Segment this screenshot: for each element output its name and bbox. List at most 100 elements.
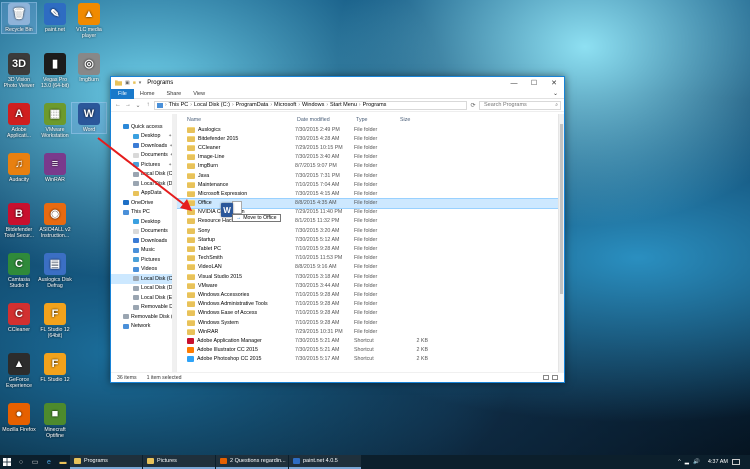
desktop-icon[interactable]: A Adobe Applicati... [2, 103, 36, 139]
file-row[interactable]: Auslogics 7/30/2015 2:49 PM File folder [177, 125, 564, 134]
nav-item[interactable]: Local Disk (C:)✦ [111, 170, 176, 180]
taskbar-pinned-icon[interactable]: e [42, 455, 56, 469]
file-row[interactable]: Visual Studio 2015 7/30/2015 3:18 AM File … [177, 272, 564, 281]
recent-locations-icon[interactable]: ⌄ [134, 102, 142, 109]
volume-icon[interactable]: 🔊 [693, 459, 700, 465]
breadcrumb-separator-icon[interactable]: › [298, 102, 300, 108]
forward-button[interactable]: → [124, 102, 132, 108]
file-row[interactable]: Image-Line 7/30/2015 3:40 AM File folder [177, 153, 564, 162]
desktop-icon[interactable]: ▦ VMware Workstation [38, 103, 72, 139]
nav-item[interactable]: Network [111, 322, 176, 332]
column-name[interactable]: Name [177, 117, 295, 123]
nav-item[interactable]: Local Disk (E:) [111, 293, 176, 303]
quick-access-toolbar-icon[interactable]: ▣ [125, 80, 130, 86]
file-row[interactable]: Startup 7/30/2015 5:12 AM File folder [177, 235, 564, 244]
breadcrumb-item[interactable]: Windows [302, 102, 324, 108]
desktop-icon[interactable]: C CCleaner [2, 303, 36, 333]
file-tab[interactable]: File [111, 88, 134, 99]
nav-item[interactable]: Downloads✦ [111, 141, 176, 151]
breadcrumb-separator-icon[interactable]: › [190, 102, 192, 108]
clock[interactable]: 4:37 AM [708, 459, 728, 465]
nav-scrollbar[interactable] [172, 114, 176, 372]
start-button[interactable] [0, 455, 14, 469]
address-bar[interactable]: › This PC › Local Disk (C:) › ProgramData › Mic… [154, 100, 467, 110]
details-view-icon[interactable] [543, 375, 549, 380]
breadcrumb-item[interactable]: This PC [169, 102, 189, 108]
nav-item[interactable]: Quick access [111, 122, 176, 132]
file-row[interactable]: Bitdefender 2015 7/30/2015 4:28 AM File fo… [177, 134, 564, 143]
tab-view[interactable]: View [187, 91, 211, 97]
breadcrumb-item[interactable]: Start Menu [330, 102, 357, 108]
taskbar-pinned-icon[interactable]: ▬ [56, 455, 70, 469]
search-box[interactable]: ⌕ [479, 100, 561, 110]
file-row[interactable]: CCleaner 7/29/2015 10:15 PM File folder [177, 143, 564, 152]
file-row[interactable]: Tablet PC 7/10/2015 9:28 AM File folder [177, 244, 564, 253]
file-row[interactable]: Adobe Application Manager 7/30/2015 5:21 … [177, 336, 564, 345]
up-button[interactable]: ↑ [144, 102, 152, 108]
desktop-icon[interactable]: ≡ WinRAR [38, 153, 72, 183]
desktop-icon[interactable]: ▲ VLC media player [72, 3, 106, 39]
search-input[interactable] [484, 102, 548, 108]
desktop-icon[interactable]: ✎ paint.net [38, 3, 72, 33]
quick-access-new-folder-icon[interactable]: ■ [133, 80, 136, 86]
file-row[interactable]: VMware 7/30/2015 3:44 AM File folder [177, 281, 564, 290]
file-row[interactable]: TechSmith 7/10/2015 11:53 PM File folder [177, 254, 564, 263]
breadcrumb-item[interactable]: ProgramData [236, 102, 269, 108]
file-row[interactable]: Java 7/30/2015 7:31 PM File folder [177, 171, 564, 180]
minimize-button[interactable]: — [504, 77, 524, 89]
nav-item[interactable]: Desktop [111, 217, 176, 227]
nav-item[interactable]: Documents✦ [111, 151, 176, 161]
column-type[interactable]: Type [354, 117, 398, 123]
nav-item[interactable]: Local Disk (D:) [111, 284, 176, 294]
breadcrumb-item[interactable]: Local Disk (C:) [194, 102, 230, 108]
nav-item[interactable]: AppData [111, 189, 176, 199]
file-row[interactable]: WinRAR 7/29/2015 10:31 PM File folder [177, 327, 564, 336]
maximize-button[interactable]: ☐ [524, 77, 544, 89]
desktop-icon[interactable]: ■ Minecraft Optifine [38, 403, 72, 439]
desktop-icon[interactable]: ▤ Auslogics Disk Defrag [38, 253, 72, 289]
search-icon[interactable]: ○ [14, 455, 28, 469]
desktop-icon[interactable]: ◎ ImgBurn [72, 53, 106, 83]
tray-chevron-icon[interactable]: ^ [678, 459, 681, 465]
desktop-icon[interactable]: C Camtasia Studio 8 [2, 253, 36, 289]
desktop-icon[interactable]: 🗑 Recycle Bin [1, 2, 37, 34]
desktop-icon[interactable]: F FL Studio 12 [38, 353, 72, 383]
desktop-icon[interactable]: ◉ ASIO4ALL v2 Instruction... [38, 203, 72, 239]
nav-item[interactable]: Music [111, 246, 176, 256]
desktop-icon[interactable]: F FL Studio 12 (64bit) [38, 303, 72, 339]
large-icons-view-icon[interactable] [552, 375, 558, 380]
nav-item[interactable]: This PC [111, 208, 176, 218]
column-date-modified[interactable]: Date modified [295, 117, 354, 123]
action-center-icon[interactable] [732, 459, 740, 465]
desktop-icon[interactable]: ● Mozilla Firefox [2, 403, 36, 433]
nav-item[interactable]: Local Disk (C:) [111, 274, 176, 284]
taskbar-app-button[interactable]: paint.net 4.0.5 [289, 455, 361, 469]
file-row[interactable]: Windows Ease of Access 7/10/2015 9:28 AM F… [177, 309, 564, 318]
breadcrumb-separator-icon[interactable]: › [165, 102, 167, 108]
taskbar-app-button[interactable]: 2 Questions regardin... [216, 455, 288, 469]
file-row[interactable]: VideoLAN 8/8/2015 9:16 AM File folder [177, 263, 564, 272]
breadcrumb-separator-icon[interactable]: › [232, 102, 234, 108]
nav-item[interactable]: Removable Disk ( [111, 312, 176, 322]
file-list-scrollbar[interactable] [558, 114, 564, 372]
file-row[interactable]: Maintenance 7/10/2015 7:04 AM File folder [177, 180, 564, 189]
nav-item[interactable]: Pictures ✦ [111, 160, 176, 170]
nav-item[interactable]: Desktop ✦ [111, 132, 176, 142]
desktop-icon[interactable]: 3D 3D Vision Photo Viewer [2, 53, 36, 89]
tab-share[interactable]: Share [161, 91, 188, 97]
breadcrumb-item[interactable]: Programs [363, 102, 387, 108]
taskbar-app-button[interactable]: Pictures [143, 455, 215, 469]
close-button[interactable]: ✕ [544, 77, 564, 89]
nav-item[interactable]: Documents [111, 227, 176, 237]
nav-item[interactable]: Videos [111, 265, 176, 275]
desktop-icon[interactable]: ♫ Audacity [2, 153, 36, 183]
file-row[interactable]: ImgBurn 8/7/2015 9:07 PM File folder [177, 162, 564, 171]
title-bar[interactable]: ▣ ■ ▾ Programs — ☐ ✕ [111, 77, 564, 89]
expand-ribbon-icon[interactable]: ⌄ [553, 90, 564, 97]
explorer-window[interactable]: ▣ ■ ▾ Programs — ☐ ✕ File Home Share Vie… [110, 76, 565, 383]
file-row[interactable]: Microsoft Expression 7/30/2015 4:15 AM Fil… [177, 189, 564, 198]
file-row[interactable]: Adobe Illustrator CC 2015 7/30/2015 5:21 … [177, 346, 564, 355]
column-size[interactable]: Size [398, 117, 438, 123]
file-row[interactable]: Sony 7/30/2015 3:20 AM File folder [177, 226, 564, 235]
nav-item[interactable]: OneDrive [111, 198, 176, 208]
